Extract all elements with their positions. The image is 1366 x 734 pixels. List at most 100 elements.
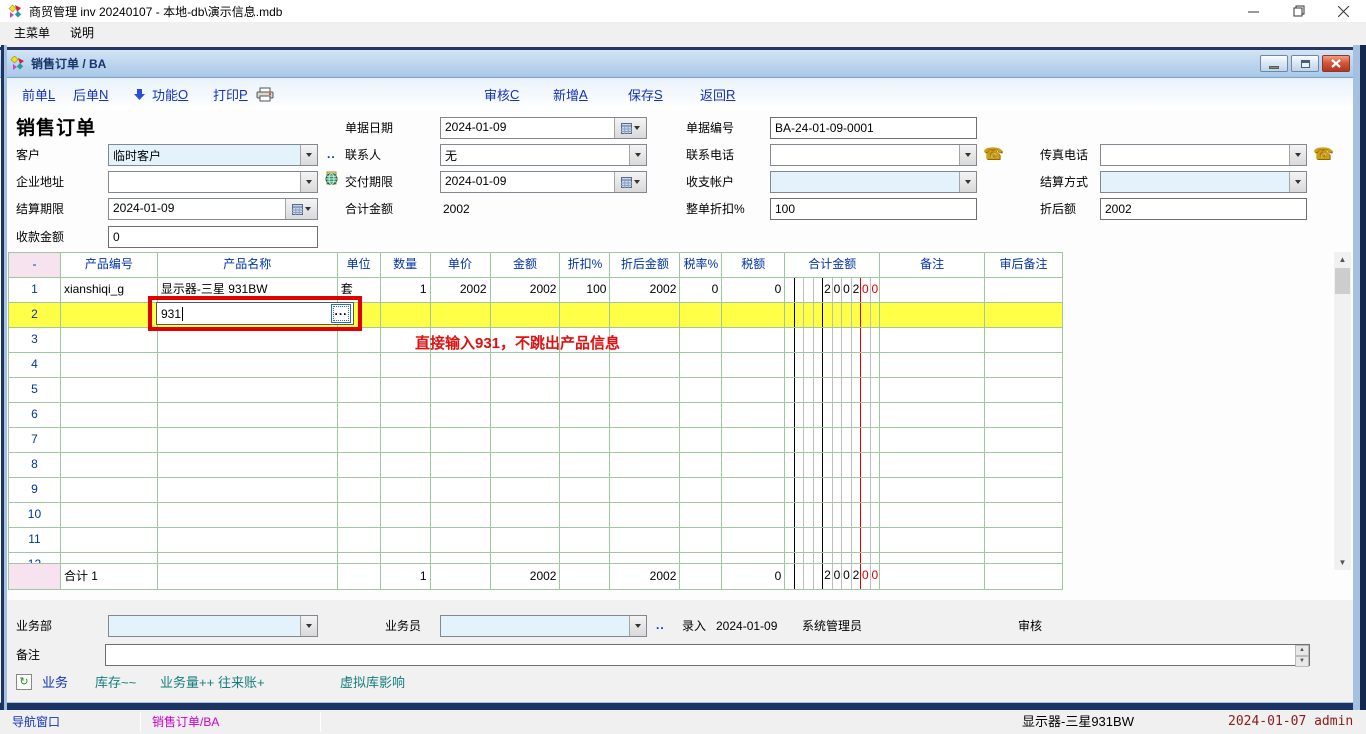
add-new-button[interactable]: 新增A bbox=[553, 78, 588, 110]
grid-cell[interactable] bbox=[381, 303, 431, 327]
grid-cell[interactable] bbox=[61, 378, 158, 402]
grid-cell[interactable] bbox=[610, 328, 680, 352]
grid-cell[interactable] bbox=[491, 503, 561, 527]
after-discount-input[interactable] bbox=[1100, 198, 1307, 220]
grid-header-cell[interactable]: 数量 bbox=[381, 253, 431, 277]
grid-cell[interactable] bbox=[338, 453, 381, 477]
grid-cell[interactable] bbox=[880, 303, 985, 327]
grid-cell[interactable] bbox=[785, 553, 880, 563]
grid-cell[interactable] bbox=[722, 478, 785, 502]
grid-cell[interactable] bbox=[985, 328, 1063, 352]
grid-header-cell[interactable]: - bbox=[9, 253, 61, 277]
child-close-button[interactable] bbox=[1322, 55, 1350, 72]
phone-combo[interactable] bbox=[770, 144, 977, 166]
grid-cell[interactable]: 10 bbox=[9, 503, 61, 527]
grid-cell[interactable] bbox=[431, 353, 491, 377]
grid-cell[interactable] bbox=[985, 278, 1063, 302]
chevron-down-icon[interactable] bbox=[300, 616, 317, 636]
phone-dial-icon[interactable]: ☎ bbox=[983, 144, 1003, 166]
grid-cell[interactable]: 200200 bbox=[785, 278, 880, 302]
settle-method-combo[interactable] bbox=[1100, 171, 1307, 193]
grid-cell[interactable] bbox=[560, 353, 610, 377]
grid-cell[interactable] bbox=[338, 428, 381, 452]
grid-cell[interactable] bbox=[785, 453, 880, 477]
grid-cell[interactable]: 3 bbox=[9, 328, 61, 352]
whole-discount-input[interactable] bbox=[770, 198, 977, 220]
delivery-date-combo[interactable]: 2024-01-09 bbox=[440, 171, 647, 193]
printer-icon[interactable] bbox=[256, 78, 274, 110]
grid-cell[interactable] bbox=[722, 303, 785, 327]
business-link[interactable]: 业务 bbox=[42, 670, 68, 696]
grid-cell[interactable] bbox=[61, 553, 158, 563]
grid-cell[interactable] bbox=[491, 303, 561, 327]
grid-cell[interactable] bbox=[338, 478, 381, 502]
grid-cell[interactable] bbox=[491, 403, 561, 427]
grid-cell[interactable]: 7 bbox=[9, 428, 61, 452]
stock-link[interactable]: 库存~~ bbox=[95, 670, 136, 696]
grid-cell[interactable] bbox=[785, 403, 880, 427]
grid-cell[interactable] bbox=[338, 553, 381, 563]
grid-cell[interactable] bbox=[431, 428, 491, 452]
print-button[interactable]: 打印P bbox=[213, 78, 248, 110]
grid-cell[interactable] bbox=[610, 503, 680, 527]
contact-combo[interactable]: 无 bbox=[440, 144, 647, 166]
customer-combo[interactable]: 临时客户 bbox=[108, 144, 318, 166]
grid-cell[interactable] bbox=[158, 353, 338, 377]
grid-cell[interactable] bbox=[560, 303, 610, 327]
grid-cell[interactable] bbox=[158, 428, 338, 452]
back-button[interactable]: 返回R bbox=[700, 78, 735, 110]
note-scrollbar[interactable]: ▲ ▼ bbox=[1295, 645, 1309, 665]
grid-cell[interactable] bbox=[431, 303, 491, 327]
grid-cell[interactable]: 2002 bbox=[491, 278, 561, 302]
chevron-down-icon[interactable] bbox=[629, 616, 646, 636]
chevron-down-icon[interactable] bbox=[1289, 172, 1306, 192]
grid-header-cell[interactable]: 折扣% bbox=[560, 253, 610, 277]
audit-button[interactable]: 审核C bbox=[484, 78, 519, 110]
grid-cell[interactable] bbox=[722, 378, 785, 402]
grid-cell[interactable] bbox=[338, 503, 381, 527]
grid-cell[interactable] bbox=[158, 403, 338, 427]
grid-cell[interactable] bbox=[680, 453, 722, 477]
grid-cell[interactable]: 12 bbox=[9, 553, 61, 563]
grid-cell[interactable] bbox=[680, 378, 722, 402]
grid-header-cell[interactable]: 备注 bbox=[880, 253, 985, 277]
restore-button[interactable] bbox=[1276, 0, 1321, 22]
grid-cell[interactable]: 6 bbox=[9, 403, 61, 427]
fax-combo[interactable] bbox=[1100, 144, 1307, 166]
grid-cell[interactable] bbox=[722, 553, 785, 563]
calendar-icon[interactable] bbox=[614, 118, 646, 138]
grid-cell[interactable] bbox=[880, 403, 985, 427]
grid-cell[interactable] bbox=[985, 353, 1063, 377]
grid-cell[interactable] bbox=[158, 478, 338, 502]
menu-main[interactable]: 主菜单 bbox=[4, 22, 60, 45]
grid-cell[interactable]: 2 bbox=[9, 303, 61, 327]
grid-cell[interactable] bbox=[610, 478, 680, 502]
product-name-edit-cell[interactable]: 931 ... bbox=[156, 302, 354, 325]
scroll-down-icon[interactable]: ▼ bbox=[1334, 555, 1351, 570]
grid-cell[interactable]: 4 bbox=[9, 353, 61, 377]
grid-cell[interactable] bbox=[722, 403, 785, 427]
customer-more-button[interactable]: .. bbox=[327, 144, 336, 166]
note-scroll-down-icon[interactable]: ▼ bbox=[1295, 656, 1309, 667]
order-no-input[interactable] bbox=[770, 117, 977, 139]
grid-cell[interactable] bbox=[381, 453, 431, 477]
grid-cell[interactable] bbox=[560, 478, 610, 502]
note-scroll-up-icon[interactable]: ▲ bbox=[1295, 645, 1309, 656]
status-nav-tab[interactable]: 导航窗口 bbox=[12, 710, 60, 734]
grid-cell[interactable] bbox=[338, 528, 381, 552]
address-combo[interactable] bbox=[108, 171, 318, 193]
grid-cell[interactable] bbox=[785, 428, 880, 452]
grid-cell[interactable] bbox=[491, 528, 561, 552]
grid-cell[interactable] bbox=[610, 428, 680, 452]
grid-header-cell[interactable]: 产品名称 bbox=[158, 253, 338, 277]
grid-cell[interactable] bbox=[722, 428, 785, 452]
grid-cell[interactable]: 9 bbox=[9, 478, 61, 502]
chevron-down-icon[interactable] bbox=[1289, 145, 1306, 165]
grid-cell[interactable] bbox=[680, 528, 722, 552]
grid-cell[interactable] bbox=[785, 328, 880, 352]
prev-order-button[interactable]: 前单L bbox=[22, 78, 55, 110]
grid-cell[interactable] bbox=[722, 328, 785, 352]
grid-cell[interactable] bbox=[610, 553, 680, 563]
scrollbar-thumb[interactable] bbox=[1335, 268, 1350, 294]
grid-cell[interactable] bbox=[680, 428, 722, 452]
